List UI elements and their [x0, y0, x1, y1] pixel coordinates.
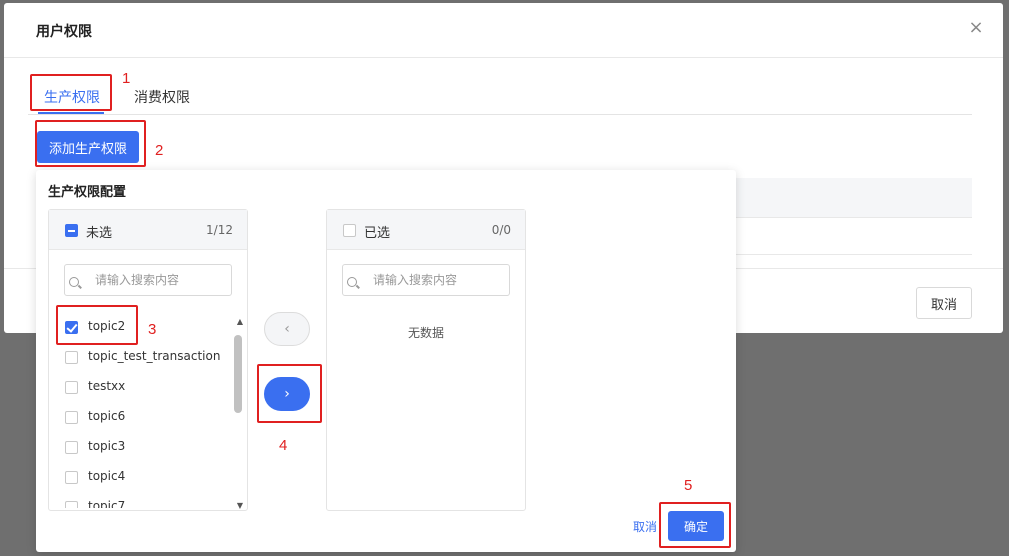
source-search-input[interactable] — [64, 264, 232, 296]
list-item[interactable]: topic7 — [49, 492, 235, 508]
empty-state-text: 无数据 — [407, 326, 444, 340]
target-select-all-checkbox[interactable] — [343, 224, 356, 237]
item-checkbox[interactable] — [65, 381, 78, 394]
annotation-number-4: 4 — [279, 437, 288, 454]
tab-consume-permission[interactable]: 消费权限 — [134, 87, 190, 107]
search-icon — [69, 277, 79, 287]
annotation-number-3: 3 — [148, 321, 157, 338]
transfer-source-panel: 未选 1/12 topic2 topic_test_transaction te… — [48, 209, 248, 511]
list-item[interactable]: topic_test_transaction — [49, 342, 235, 372]
annotation-number-5: 5 — [684, 477, 693, 494]
scroll-up-arrow-icon[interactable]: ▲ — [235, 318, 245, 326]
source-panel-label: 未选 — [86, 226, 113, 241]
move-right-button[interactable]: › — [264, 377, 310, 411]
source-count: 1/12 — [206, 223, 233, 237]
popover-confirm-button[interactable]: 确定 — [668, 511, 724, 541]
item-label: topic_test_transaction — [88, 349, 221, 363]
item-label: topic6 — [88, 409, 126, 423]
item-checkbox[interactable] — [65, 411, 78, 424]
target-search-input[interactable] — [342, 264, 510, 296]
move-left-button[interactable]: ‹ — [264, 312, 310, 346]
modal-title: 用户权限 — [36, 24, 92, 40]
table-header — [734, 178, 972, 218]
target-count: 0/0 — [491, 223, 511, 237]
modal-header-divider — [4, 57, 1003, 58]
produce-permission-config-popover: 生产权限配置 未选 1/12 topic2 topic_test_transac… — [36, 170, 736, 552]
item-label: topic4 — [88, 469, 126, 483]
source-list-scrollbar[interactable] — [234, 335, 242, 413]
list-item[interactable]: topic4 — [49, 462, 235, 492]
modal-cancel-button[interactable]: 取消 — [916, 287, 972, 319]
target-panel-header: 已选 0/0 — [327, 210, 525, 250]
annotation-number-1: 1 — [122, 70, 131, 87]
popover-title: 生产权限配置 — [48, 185, 127, 200]
source-panel-header: 未选 1/12 — [49, 210, 247, 250]
add-produce-permission-button[interactable]: 添加生产权限 — [37, 131, 139, 163]
permission-tabs: 生产权限 消费权限 — [28, 79, 972, 115]
item-checkbox[interactable] — [65, 501, 78, 508]
tab-produce-permission[interactable]: 生产权限 — [44, 87, 100, 107]
item-label: testxx — [88, 379, 126, 393]
transfer-target-panel: 已选 0/0 无数据 — [326, 209, 526, 511]
list-item[interactable]: topic3 — [49, 432, 235, 462]
item-checkbox[interactable] — [65, 441, 78, 454]
annotation-number-2: 2 — [155, 142, 164, 159]
item-label: topic7 — [88, 499, 126, 508]
item-label: topic2 — [88, 319, 126, 333]
list-item[interactable]: topic2 — [49, 312, 235, 342]
popover-cancel-link[interactable]: 取消 — [633, 518, 657, 535]
table-row — [734, 218, 972, 255]
list-item[interactable]: topic6 — [49, 402, 235, 432]
source-list: topic2 topic_test_transaction testxx top… — [49, 310, 235, 508]
source-select-all-checkbox[interactable] — [65, 224, 78, 237]
active-tab-indicator — [38, 112, 104, 114]
target-panel-label: 已选 — [364, 226, 391, 241]
item-checkbox[interactable] — [65, 471, 78, 484]
item-checkbox[interactable] — [65, 351, 78, 364]
close-icon[interactable]: × — [967, 19, 985, 37]
item-checkbox[interactable] — [65, 321, 78, 334]
list-item[interactable]: testxx — [49, 372, 235, 402]
item-label: topic3 — [88, 439, 126, 453]
search-icon — [347, 277, 357, 287]
scroll-down-arrow-icon[interactable]: ▼ — [235, 502, 245, 510]
